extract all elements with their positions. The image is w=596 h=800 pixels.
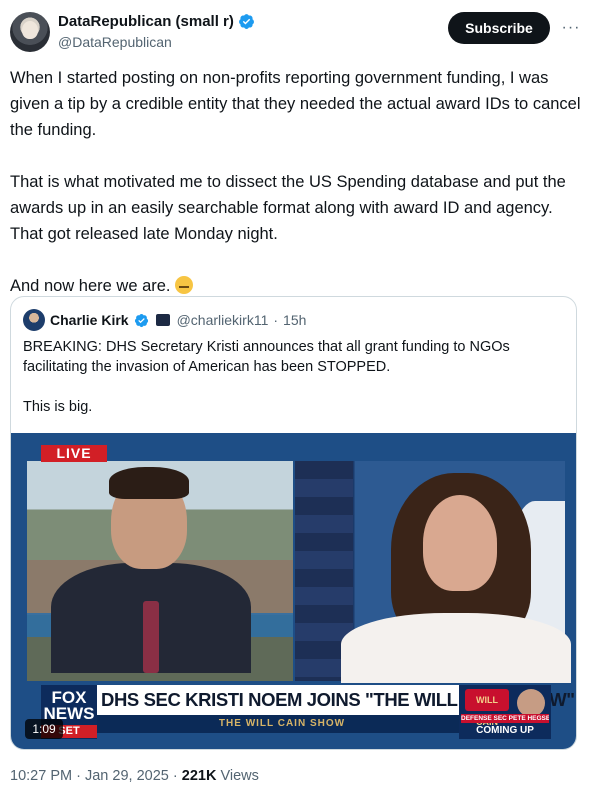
views-count[interactable]: 221K — [182, 768, 217, 784]
dot-separator: · — [172, 768, 178, 784]
guest-figure — [341, 613, 571, 683]
tweet-meta: 10:27 PM · Jan 29, 2025 · 221K Views — [10, 768, 259, 784]
host-tie — [143, 601, 159, 673]
guest-face — [423, 495, 497, 591]
video-duration: 1:09 — [25, 719, 63, 739]
quoted-paragraph: BREAKING: DHS Secretary Kristi announces… — [23, 339, 510, 375]
dot-separator: · — [76, 768, 81, 784]
quoted-tweet-time[interactable]: 15h — [283, 312, 306, 328]
promo-guest-face — [517, 689, 545, 717]
show-name-bar: THE WILL CAIN SHOW — [97, 715, 467, 733]
quoted-author-avatar[interactable] — [23, 309, 45, 331]
tweet-paragraph: When I started posting on non-profits re… — [10, 69, 581, 139]
tweet-paragraph-text: And now here we are. — [10, 277, 171, 295]
promo-show-logo: WILL CAIN — [465, 689, 509, 727]
author-avatar[interactable] — [10, 12, 50, 52]
promo-subtitle: DEFENSE SEC PETE HEGSETH — [461, 714, 549, 723]
video-player[interactable]: LIVE FOX NEWS SET DHS SEC KRISTI NOEM JO… — [11, 433, 576, 749]
quoted-tweet[interactable]: Charlie Kirk @charliekirk11 · 15h BREAKI… — [10, 296, 577, 750]
subscribe-button[interactable]: Subscribe — [448, 12, 550, 44]
author-name-row[interactable]: DataRepublican (small r) — [58, 13, 255, 30]
verified-badge-icon — [238, 14, 254, 29]
views-label[interactable]: Views — [220, 768, 258, 784]
coming-up-promo: WILL CAIN DEFENSE SEC PETE HEGSETH COMIN… — [459, 685, 551, 739]
saluting-face-emoji-icon — [174, 276, 193, 294]
author-display-name[interactable]: DataRepublican (small r) — [58, 13, 234, 30]
tweet-body: When I started posting on non-profits re… — [10, 65, 586, 299]
tweet-header: DataRepublican (small r) @DataRepublican… — [10, 12, 586, 52]
tweet-date[interactable]: Jan 29, 2025 — [85, 768, 169, 784]
host-hair — [109, 467, 189, 499]
affiliate-badge-icon — [155, 314, 170, 326]
quoted-paragraph: This is big. — [23, 399, 93, 415]
chyron-headline: DHS SEC KRISTI NOEM JOINS "THE WILL CAIN… — [101, 689, 575, 710]
quoted-author-name[interactable]: Charlie Kirk — [50, 312, 129, 328]
tweet-time[interactable]: 10:27 PM — [10, 768, 72, 784]
quoted-tweet-header: Charlie Kirk @charliekirk11 · 15h — [23, 309, 306, 331]
live-badge: LIVE — [41, 445, 107, 462]
author-handle[interactable]: @DataRepublican — [58, 34, 172, 50]
dot-separator: · — [273, 312, 279, 328]
tweet-paragraph: That is what motivated me to dissect the… — [10, 173, 566, 243]
promo-coming-up: COMING UP — [476, 725, 534, 736]
verified-badge-icon — [134, 313, 148, 327]
quoted-author-handle[interactable]: @charliekirk11 — [177, 312, 269, 328]
more-options-icon[interactable]: ··· — [559, 16, 583, 40]
quoted-tweet-body: BREAKING: DHS Secretary Kristi announces… — [23, 337, 563, 437]
